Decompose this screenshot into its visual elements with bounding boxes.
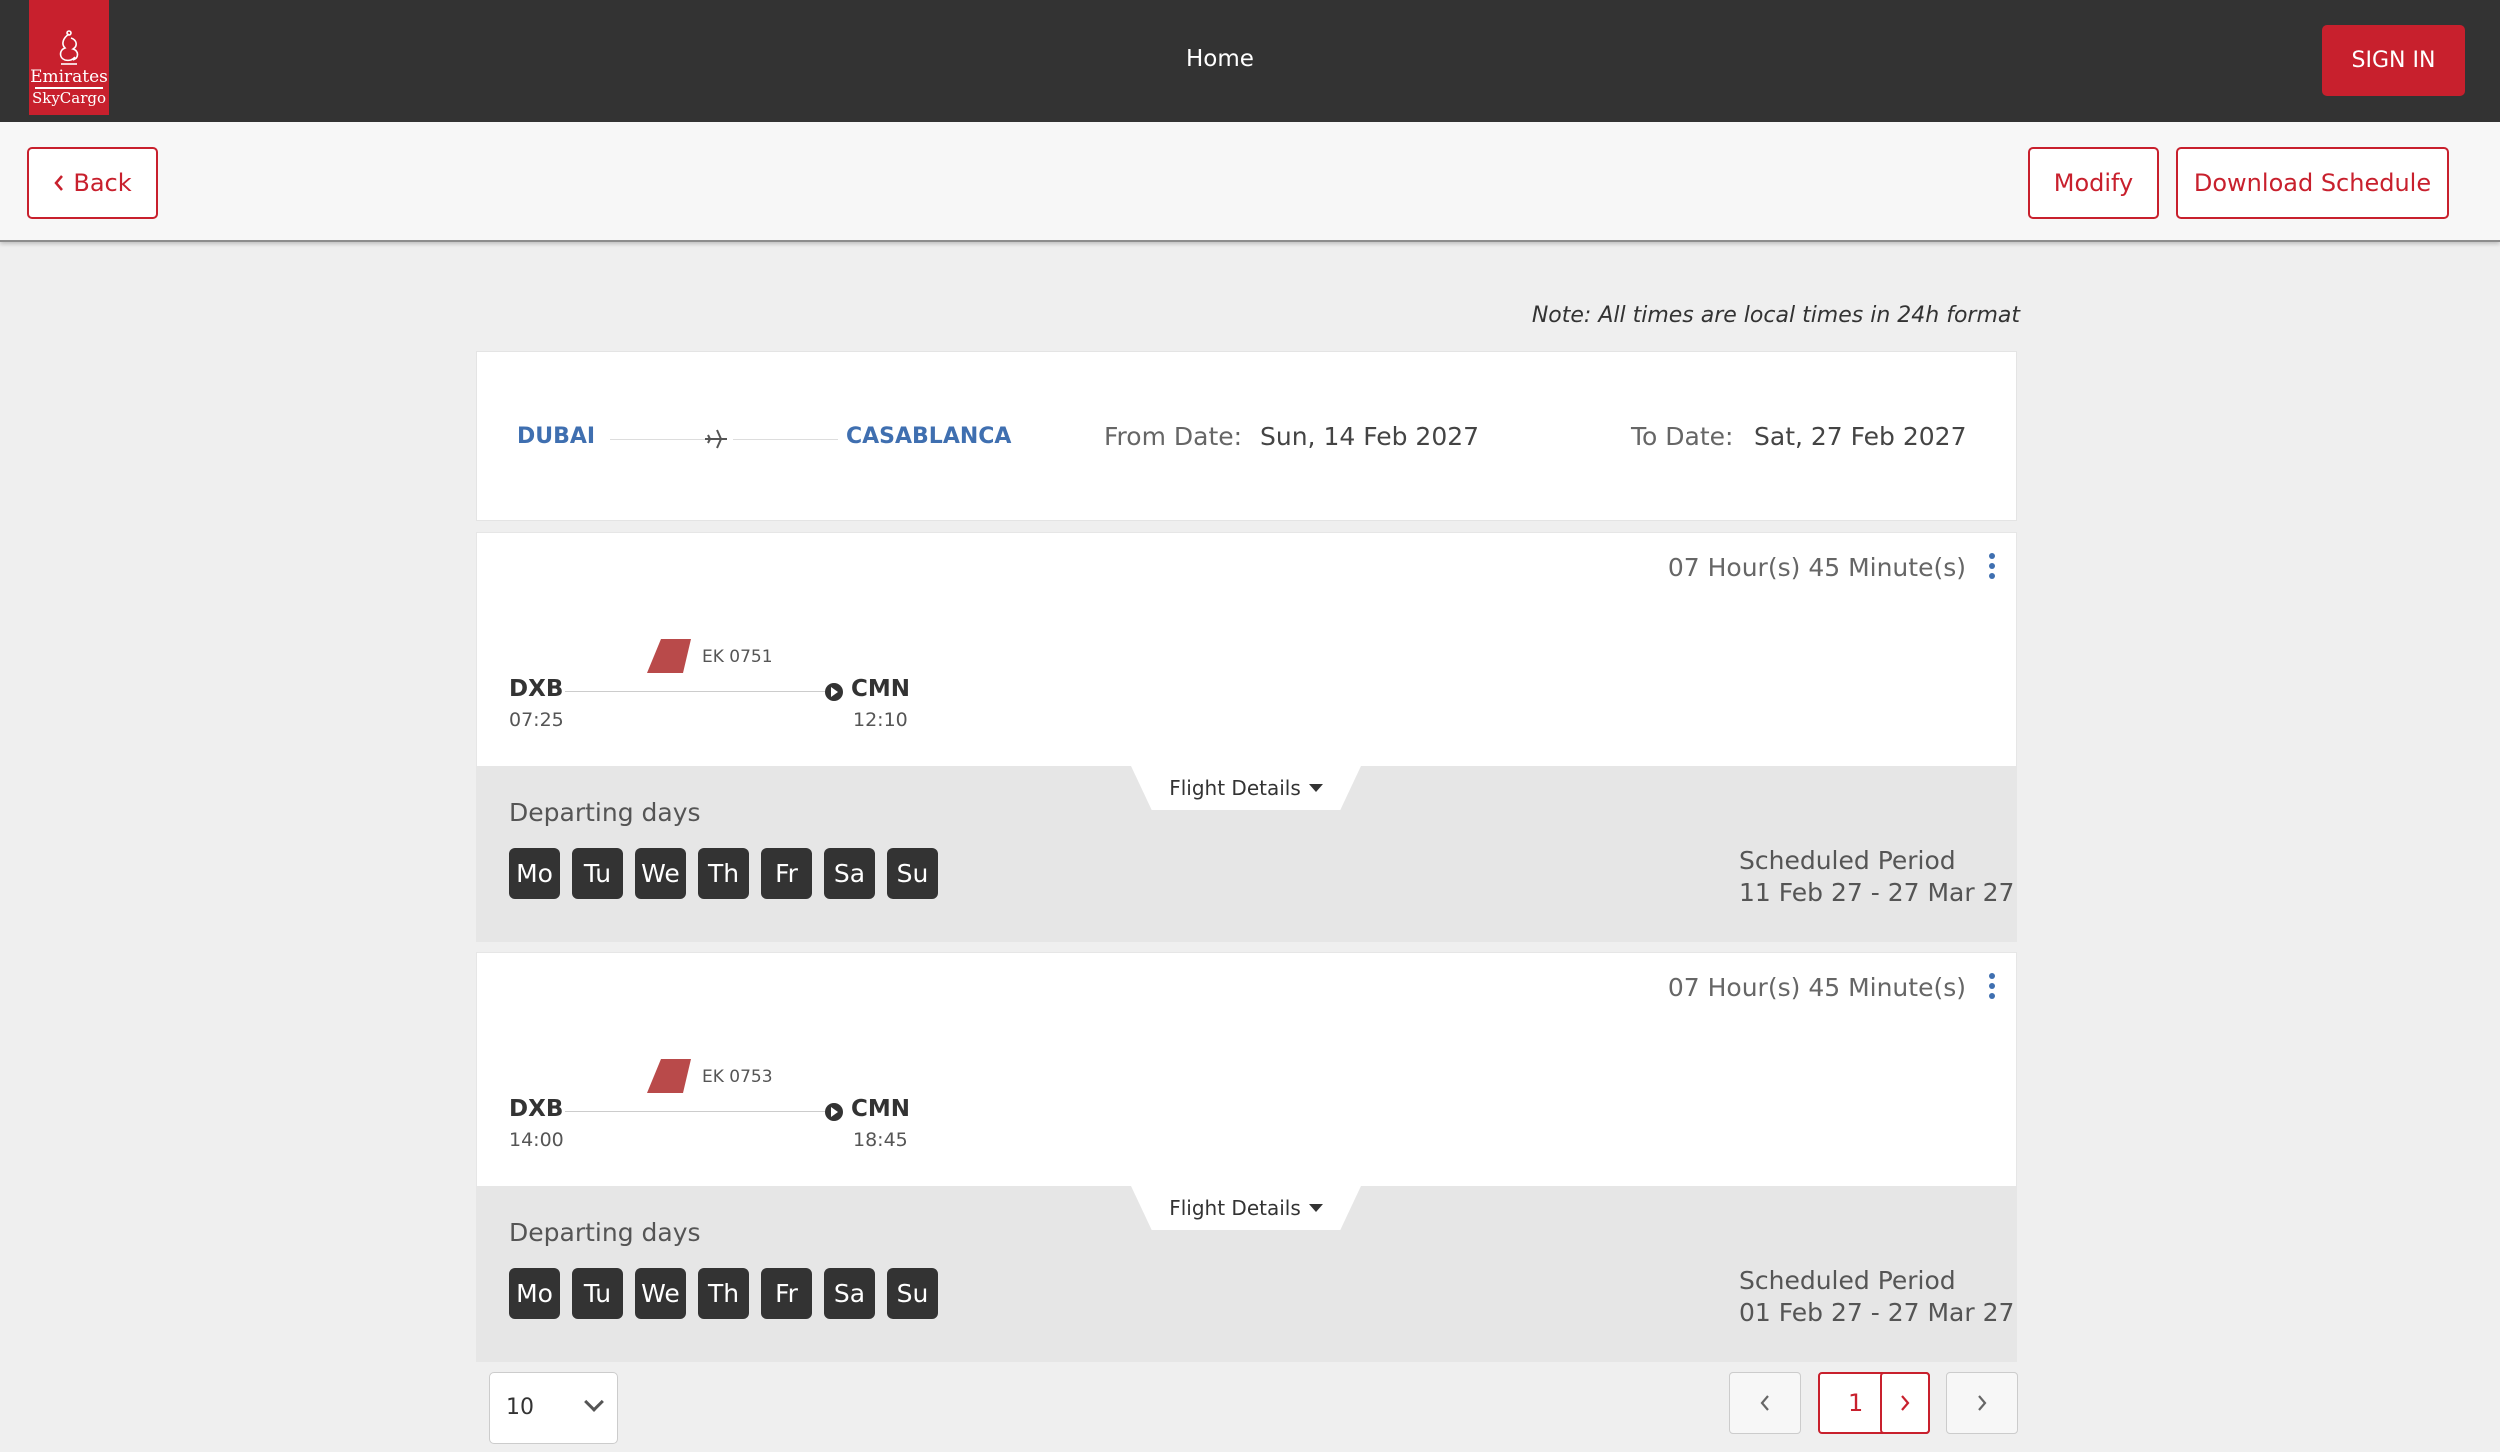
logo-line1: Emirates — [30, 67, 108, 87]
page-size-value: 10 — [506, 1395, 534, 1420]
scheduled-period-value: 11 Feb 27 - 27 Mar 27 — [1739, 878, 2015, 907]
next-page-button[interactable] — [1946, 1372, 2018, 1434]
destination-city: CASABLANCA — [846, 424, 1012, 449]
caret-down-icon — [1308, 784, 1323, 792]
modify-button[interactable]: Modify — [2028, 147, 2159, 219]
time-format-note: Note: All times are local times in 24h f… — [1531, 303, 2020, 328]
scheduled-period-label: Scheduled Period — [1739, 846, 1956, 875]
departing-days-list: Mo Tu We Th Fr Sa Su — [509, 848, 950, 899]
day-chip-mo: Mo — [509, 1268, 560, 1319]
day-chip-we: We — [635, 848, 686, 899]
flight-details-label: Flight Details — [1169, 1196, 1301, 1220]
day-chip-th: Th — [698, 848, 749, 899]
day-chip-su: Su — [887, 848, 938, 899]
more-options-icon[interactable] — [1988, 973, 1996, 1003]
chevron-right-icon — [1978, 1395, 1987, 1411]
to-date-value: Sat, 27 Feb 2027 — [1754, 422, 1967, 451]
chevron-left-icon — [54, 175, 64, 191]
departing-days-list: Mo Tu We Th Fr Sa Su — [509, 1268, 950, 1319]
crest-icon — [59, 30, 79, 65]
from-date-value: Sun, 14 Feb 2027 — [1260, 422, 1480, 451]
page-size-select[interactable]: 10 — [489, 1372, 618, 1444]
day-chip-tu: Tu — [572, 848, 623, 899]
scheduled-period-value: 01 Feb 27 - 27 Mar 27 — [1739, 1298, 2015, 1327]
arrival-time: 12:10 — [853, 709, 908, 731]
flight-duration: 07 Hour(s) 45 Minute(s) — [1667, 973, 1966, 1002]
from-date-label: From Date: — [1104, 422, 1243, 451]
day-chip-sa: Sa — [824, 1268, 875, 1319]
back-button[interactable]: Back — [27, 147, 158, 219]
origin-code: DXB — [509, 1096, 564, 1122]
departing-days-label: Departing days — [509, 798, 701, 827]
home-link[interactable]: Home — [1186, 46, 1254, 72]
destination-code: CMN — [851, 1096, 911, 1122]
flight-details-toggle[interactable]: Flight Details — [1131, 766, 1361, 810]
route-line-left — [610, 439, 705, 440]
day-chip-tu: Tu — [572, 1268, 623, 1319]
arrival-play-icon — [825, 683, 843, 701]
chevron-left-icon — [1760, 1395, 1769, 1411]
download-schedule-button[interactable]: Download Schedule — [2176, 147, 2449, 219]
to-date-label: To Date: — [1631, 422, 1734, 451]
route-summary-card: DUBAI CASABLANCA From Date: Sun, 14 Feb … — [476, 351, 2017, 521]
airline-tail-icon — [647, 639, 691, 673]
flight-card: 07 Hour(s) 45 Minute(s) EK 0753 DXB CMN … — [476, 952, 2017, 1362]
plane-icon — [705, 429, 727, 449]
flight-path-line — [565, 691, 829, 692]
destination-code: CMN — [851, 676, 911, 702]
more-options-icon[interactable] — [1988, 553, 1996, 583]
day-chip-fr: Fr — [761, 1268, 812, 1319]
day-chip-we: We — [635, 1268, 686, 1319]
page-next-inline-button[interactable] — [1880, 1372, 1930, 1434]
flight-number: EK 0751 — [702, 647, 773, 667]
chevron-down-icon — [584, 1392, 604, 1412]
action-toolbar: Back Modify Download Schedule — [0, 122, 2500, 242]
flight-card: 07 Hour(s) 45 Minute(s) EK 0751 DXB CMN … — [476, 532, 2017, 942]
emirates-skycargo-logo[interactable]: Emirates SkyCargo — [29, 0, 109, 115]
day-chip-th: Th — [698, 1268, 749, 1319]
flight-details-panel: Flight Details Departing days Mo Tu We T… — [477, 766, 2016, 942]
departure-time: 14:00 — [509, 1129, 564, 1151]
top-navigation-bar: Emirates SkyCargo Home SIGN IN — [0, 0, 2500, 122]
origin-code: DXB — [509, 676, 564, 702]
flight-number: EK 0753 — [702, 1067, 773, 1087]
logo-line2: SkyCargo — [31, 89, 107, 107]
back-label: Back — [73, 169, 132, 197]
flight-path-line — [565, 1111, 829, 1112]
arrival-play-icon — [825, 1103, 843, 1121]
day-chip-fr: Fr — [761, 848, 812, 899]
flight-details-toggle[interactable]: Flight Details — [1131, 1186, 1361, 1230]
departing-days-label: Departing days — [509, 1218, 701, 1247]
airline-tail-icon — [647, 1059, 691, 1093]
current-page-button[interactable]: 1 — [1818, 1372, 1930, 1434]
sign-in-button[interactable]: SIGN IN — [2322, 25, 2465, 96]
day-chip-mo: Mo — [509, 848, 560, 899]
flight-duration: 07 Hour(s) 45 Minute(s) — [1667, 553, 1966, 582]
flight-details-label: Flight Details — [1169, 776, 1301, 800]
origin-city: DUBAI — [517, 424, 596, 449]
route-line-right — [733, 439, 838, 440]
chevron-right-icon — [1901, 1395, 1910, 1411]
caret-down-icon — [1308, 1204, 1323, 1212]
current-page-number: 1 — [1848, 1389, 1864, 1417]
day-chip-su: Su — [887, 1268, 938, 1319]
arrival-time: 18:45 — [853, 1129, 908, 1151]
flight-details-panel: Flight Details Departing days Mo Tu We T… — [477, 1186, 2016, 1362]
departure-time: 07:25 — [509, 709, 564, 731]
scheduled-period-label: Scheduled Period — [1739, 1266, 1956, 1295]
previous-page-button[interactable] — [1729, 1372, 1801, 1434]
day-chip-sa: Sa — [824, 848, 875, 899]
